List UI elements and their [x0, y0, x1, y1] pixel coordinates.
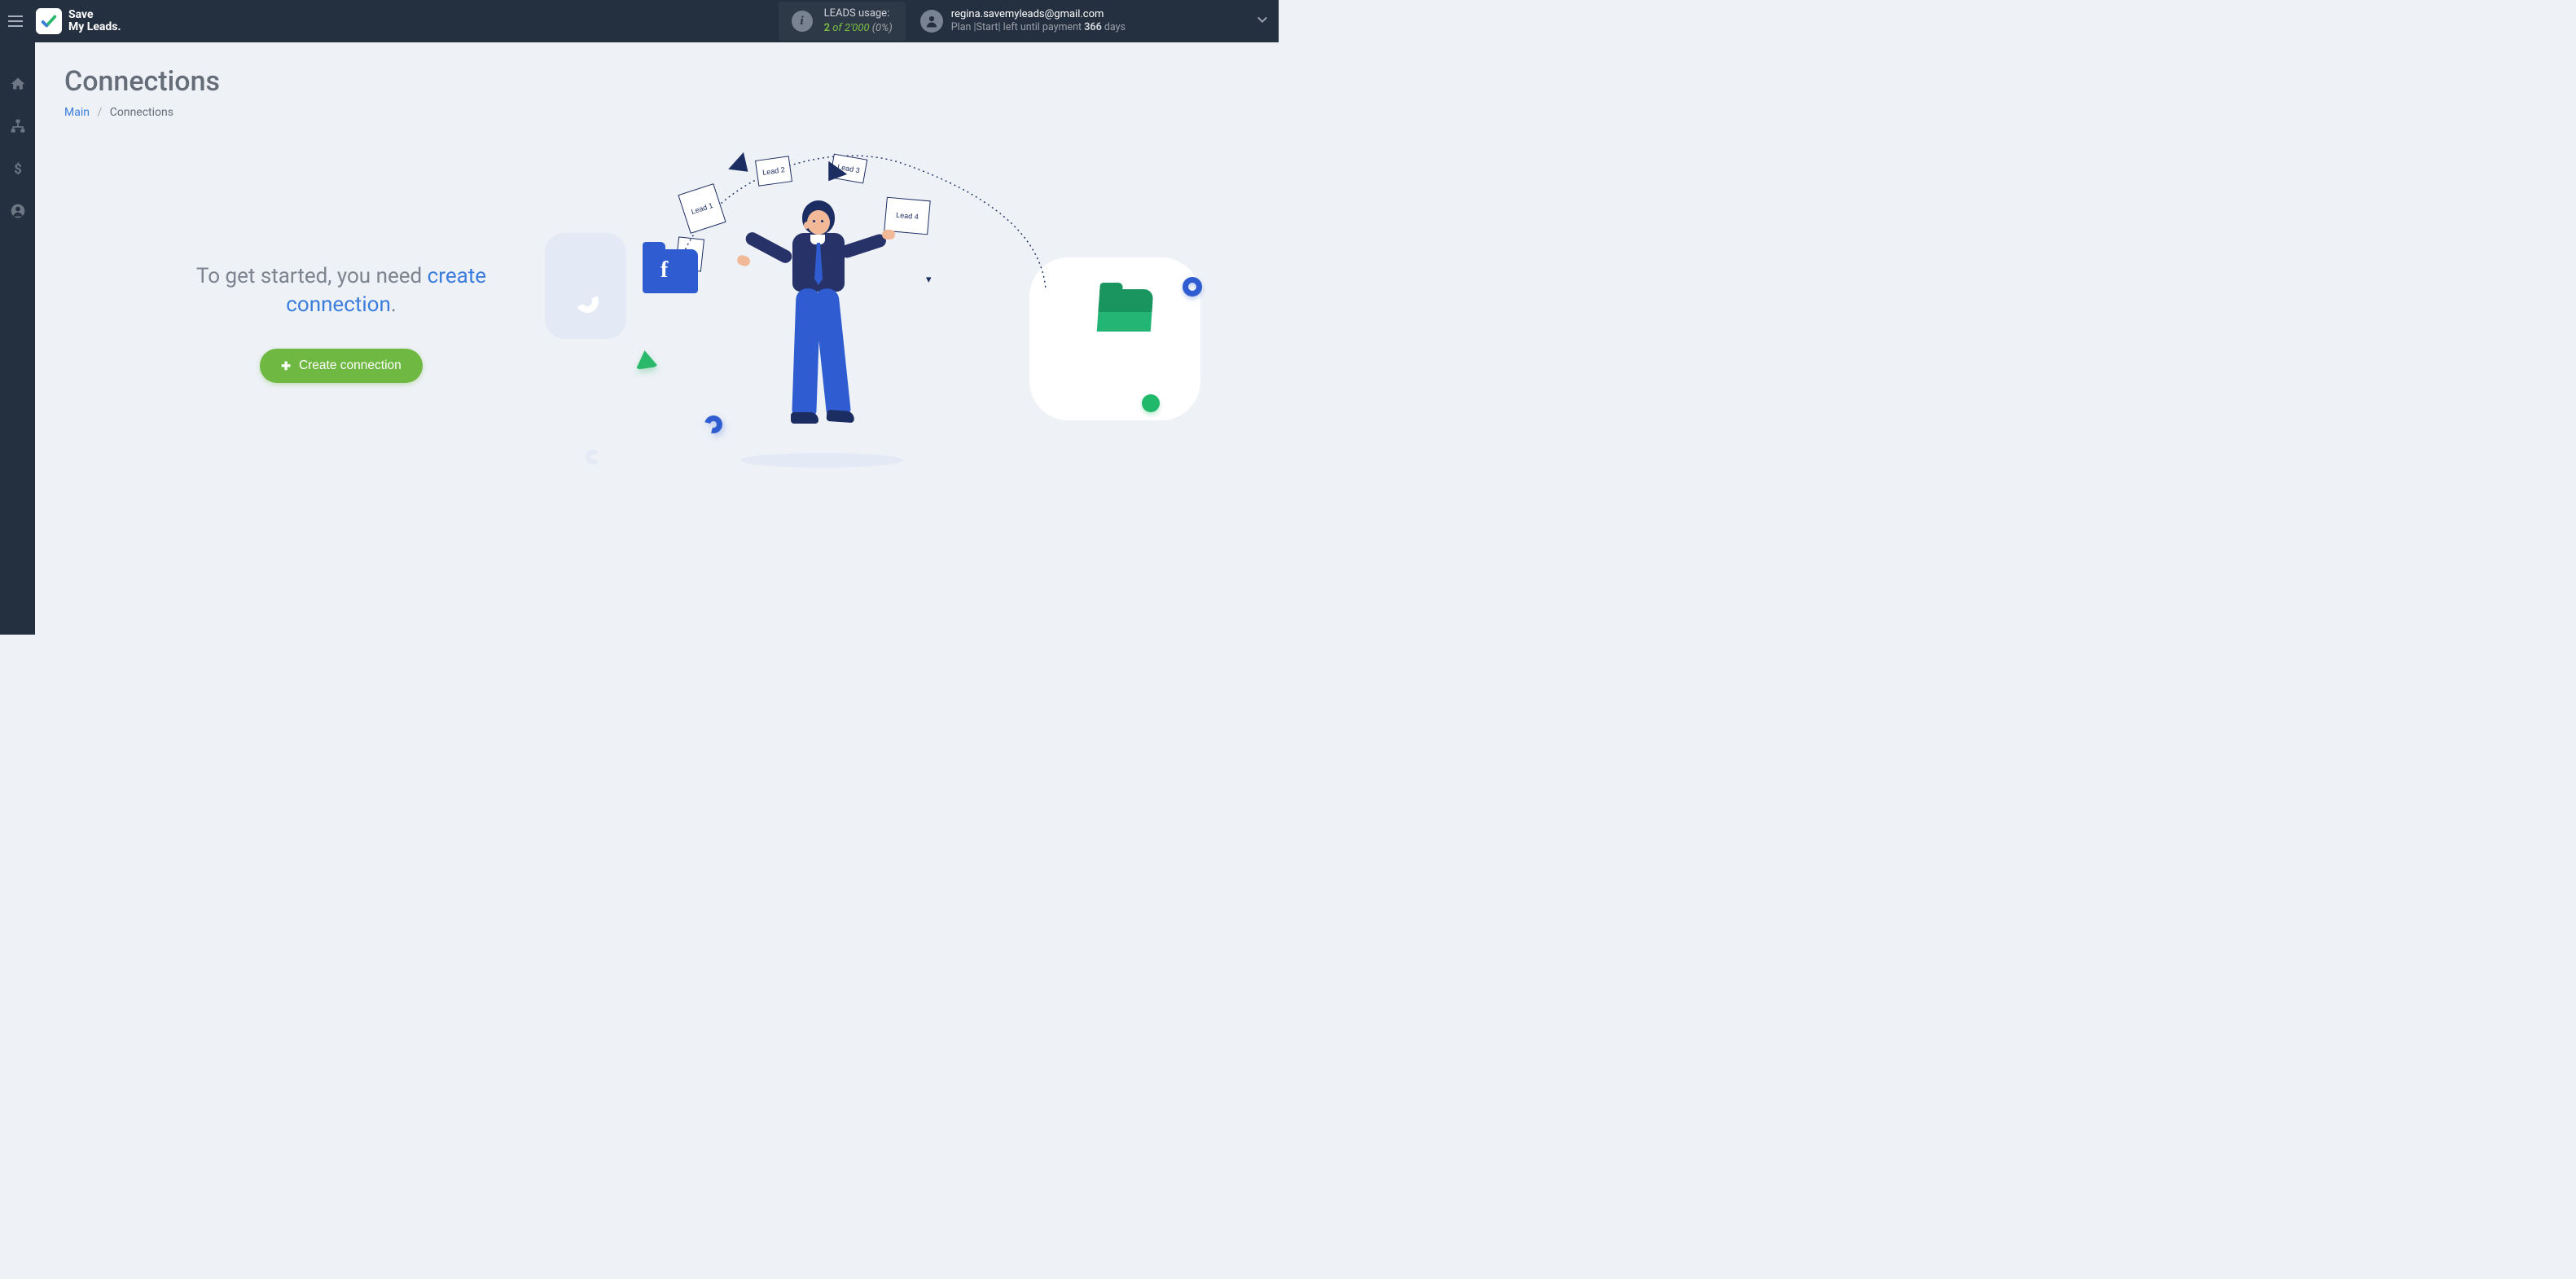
lead-note-2: Lead 2: [755, 156, 792, 187]
menu-toggle-button[interactable]: [8, 11, 28, 31]
brand-line2: My Leads: [68, 21, 121, 33]
account-text: regina.savemyleads@gmail.com Plan |Start…: [951, 7, 1126, 35]
user-avatar-icon: [920, 10, 943, 33]
create-connection-button[interactable]: ✚ Create connection: [260, 349, 423, 383]
arrow-down-icon: ▾: [926, 274, 932, 286]
plan-days: 366: [1084, 21, 1102, 33]
breadcrumb-current: Connections: [110, 106, 173, 119]
create-button-label: Create connection: [299, 358, 402, 373]
hero-illustration: ▾ f Lead 1 Lead 2 Lead 3 Lead 4: [537, 152, 1249, 494]
plan-suffix: days: [1102, 21, 1126, 33]
plan-prefix: Plan |Start| left until payment: [951, 21, 1084, 33]
destination-folder-icon: [1097, 302, 1153, 332]
breadcrumb-main-link[interactable]: Main: [64, 106, 90, 119]
hero-text: To get started, you need create connecti…: [178, 262, 504, 319]
info-icon: i: [792, 11, 813, 32]
brand-line1: Save: [68, 9, 121, 21]
usage-limit: 2'000: [845, 22, 870, 34]
decorative-dot-green: [1142, 394, 1160, 412]
sidebar-item-account[interactable]: [0, 199, 35, 223]
decorative-triangle-green: [634, 349, 659, 370]
usage-pct: (0%): [870, 22, 893, 34]
account-plan: Plan |Start| left until payment 366 days: [951, 21, 1126, 35]
plus-icon: ✚: [281, 359, 291, 373]
usage-of: of: [830, 22, 845, 34]
chevron-down-icon: [1256, 13, 1269, 26]
sidebar-item-home[interactable]: [0, 72, 35, 96]
leads-usage-box[interactable]: i LEADS usage: 2 of 2'000 (0%): [779, 2, 906, 40]
decorative-arc-blue: [701, 412, 726, 437]
page-title: Connections: [64, 65, 1249, 98]
facebook-folder-icon: f: [643, 249, 698, 293]
facebook-letter: f: [660, 257, 668, 283]
account-block[interactable]: regina.savemyleads@gmail.com Plan |Start…: [920, 7, 1126, 35]
usage-label: LEADS usage:: [824, 7, 893, 21]
account-email: regina.savemyleads@gmail.com: [951, 7, 1126, 22]
decorative-arc-gray: [586, 450, 600, 464]
user-circle-icon: [10, 203, 26, 219]
person-illustration: [768, 200, 882, 461]
main-content: Connections Main / Connections To get st…: [35, 42, 1279, 635]
dollar-icon: $: [10, 160, 26, 177]
home-icon: [10, 76, 26, 92]
sidebar-item-connections[interactable]: [0, 114, 35, 138]
brand-text: Save My Leads: [68, 9, 121, 34]
sidebar: $: [0, 42, 35, 635]
sidebar-item-billing[interactable]: $: [0, 156, 35, 181]
hero-left: To get started, you need create connecti…: [64, 262, 504, 383]
hero-section: To get started, you need create connecti…: [64, 152, 1249, 494]
hero-text-post: .: [391, 292, 397, 317]
breadcrumb: Main / Connections: [64, 106, 1249, 119]
usage-text: LEADS usage: 2 of 2'000 (0%): [824, 7, 893, 35]
sitemap-icon: [10, 118, 26, 134]
app-logo[interactable]: [36, 8, 62, 34]
account-expand-button[interactable]: [1126, 13, 1269, 29]
svg-text:$: $: [14, 162, 22, 177]
checkmark-icon: [40, 12, 58, 30]
decorative-ring-blue: [1183, 277, 1202, 297]
hero-text-pre: To get started, you need: [196, 264, 428, 288]
app-header: Save My Leads i LEADS usage: 2 of 2'000 …: [0, 0, 1279, 42]
usage-used: 2: [824, 22, 830, 34]
breadcrumb-separator: /: [97, 106, 102, 119]
decorative-blob-left: [545, 233, 626, 339]
